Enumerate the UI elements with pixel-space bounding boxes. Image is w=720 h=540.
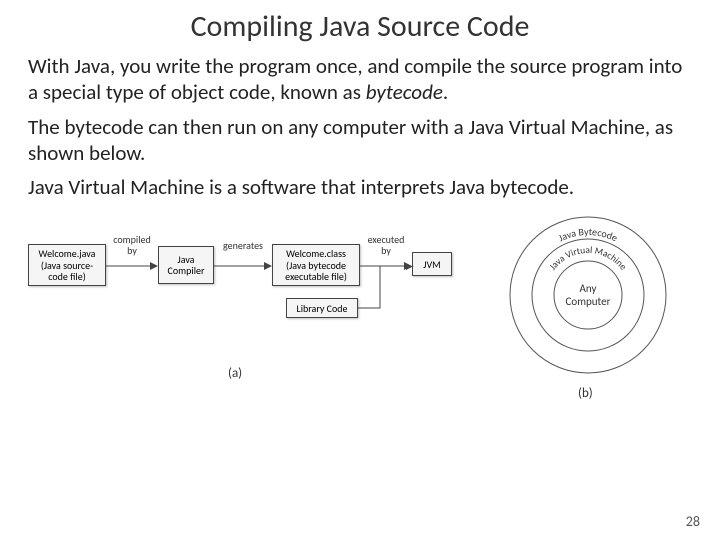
sublabel-b: (b) xyxy=(578,386,593,401)
ring-inner-line1: Any xyxy=(580,282,597,295)
diagram-area: Welcome.java(Java source-code file) comp… xyxy=(28,216,692,436)
page-number: 28 xyxy=(686,513,700,530)
box-class-file: Welcome.class(Java bytecodeexecutable fi… xyxy=(272,244,360,286)
sublabel-a: (a) xyxy=(228,366,242,381)
slide-title: Compiling Java Source Code xyxy=(28,8,692,45)
ring-inner-line2: Computer xyxy=(566,295,611,308)
library-connector xyxy=(358,266,414,310)
jvm-circles: Java Bytecode Java Virtual Machine Any C… xyxy=(488,210,688,390)
paragraph-2: The bytecode can then run on any compute… xyxy=(28,114,692,167)
paragraph-1: With Java, you write the program once, a… xyxy=(28,53,692,106)
label-executed-by: executedby xyxy=(364,234,408,256)
paragraph-3: Java Virtual Machine is a software that … xyxy=(28,174,692,200)
arrow-1 xyxy=(106,260,158,272)
box-source-file: Welcome.java(Java source-code file) xyxy=(28,244,106,286)
svg-text:Java Virtual Machine: Java Virtual Machine xyxy=(547,244,630,273)
box-jvm: JVM xyxy=(412,252,452,276)
label-compiled-by: compiledby xyxy=(110,234,154,256)
svg-text:Java Bytecode: Java Bytecode xyxy=(556,225,620,244)
box-library-code: Library Code xyxy=(286,298,358,318)
p1-text-c: . xyxy=(443,79,448,105)
ring-mid-text: Java Virtual Machine xyxy=(547,244,630,273)
p1-text-a: With Java, you write the program once, a… xyxy=(28,53,682,105)
arrow-2 xyxy=(214,260,272,272)
ring-outer-text: Java Bytecode xyxy=(556,225,620,244)
box-compiler: JavaCompiler xyxy=(158,246,214,284)
p1-bytecode-term: bytecode xyxy=(366,79,443,105)
label-generates: generates xyxy=(218,240,268,251)
